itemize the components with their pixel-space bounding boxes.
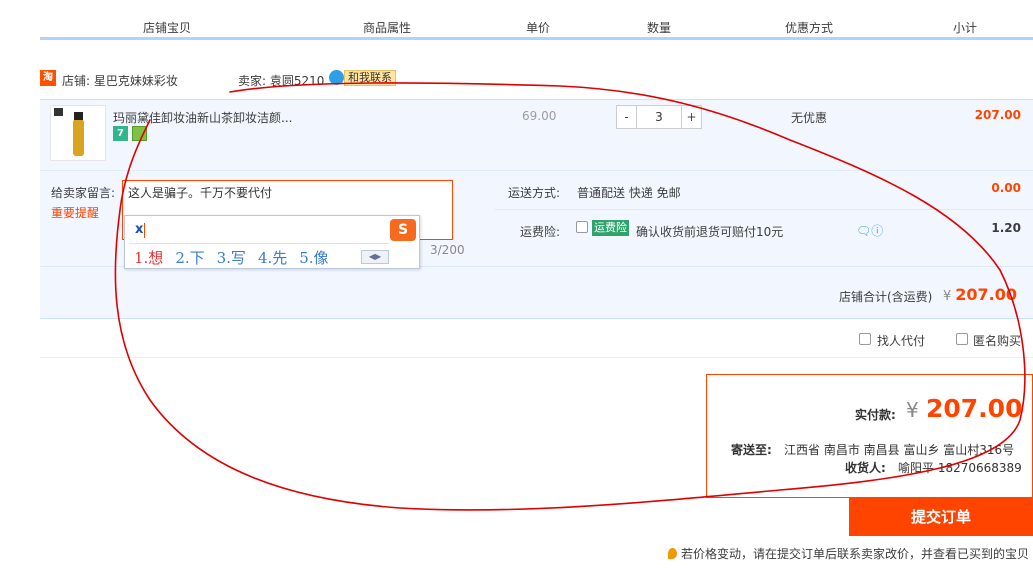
submit-order-button[interactable]: 提交订单 (849, 498, 1033, 536)
actual-payment-amount: 207.00 (926, 394, 1023, 423)
guarantee-icon[interactable] (132, 126, 147, 141)
price-change-note-text: 若价格变动，请在提交订单后联系卖家改价，并查看已买到的宝贝 (681, 547, 1030, 561)
taobao-logo-icon: 淘 (40, 70, 56, 86)
item-row: 玛丽黛佳卸妆油新山茶卸妆洁颜... 7 69.00 - + 无优惠 207.00 (40, 100, 1033, 171)
ime-candidate[interactable]: 2.下 (175, 249, 204, 267)
item-subtotal: 207.00 (974, 108, 1021, 122)
actual-payment-label: 实付款: (855, 408, 896, 422)
product-thumbnail[interactable] (50, 105, 106, 161)
order-item-block: 玛丽黛佳卸妆油新山茶卸妆洁颜... 7 69.00 - + 无优惠 207.00… (40, 99, 1033, 319)
shipping-fee: 0.00 (991, 181, 1021, 195)
order-summary-box: 实付款: ¥ 207.00 寄送至: 江西省 南昌市 南昌县 富山乡 富山村31… (706, 374, 1033, 498)
insurance-fee: 1.20 (991, 221, 1021, 235)
ime-divider (129, 243, 389, 244)
ime-candidate[interactable]: 5.像 (299, 249, 328, 267)
comment-icon[interactable]: 🗨 (856, 224, 871, 238)
ime-candidate[interactable]: 4.先 (258, 249, 287, 267)
quantity-decrease-button[interactable]: - (617, 106, 637, 128)
discount-method: 无优惠 (791, 111, 828, 125)
shipping-method-label: 运送方式: (508, 186, 561, 200)
ime-candidate[interactable]: 3.写 (217, 249, 246, 267)
help-icon[interactable]: ⓘ (871, 224, 883, 238)
receiver-label: 收货人: (845, 461, 886, 475)
table-header: 店铺宝贝 商品属性 单价 数量 优惠方式 小计 (40, 0, 1033, 40)
quantity-input[interactable] (637, 106, 681, 128)
quantity-increase-button[interactable]: + (681, 106, 701, 128)
insurance-description: 确认收货前退货可赔付10元 (636, 225, 784, 239)
proxy-pay-label[interactable]: 找人代付 (877, 332, 925, 349)
proxy-pay-checkbox[interactable] (859, 333, 871, 345)
location-pin-icon (668, 548, 677, 559)
quantity-stepper: - + (616, 105, 702, 129)
col-qty-header: 数量 (647, 21, 672, 35)
thumbnail-mini-icon (54, 108, 63, 116)
important-reminder-link[interactable]: 重要提醒 (51, 204, 99, 221)
price-change-note: 若价格变动，请在提交订单后联系卖家改价，并查看已买到的宝贝 (668, 545, 1029, 562)
header-separator (899, 0, 901, 37)
anonymous-label[interactable]: 匿名购买 (973, 332, 1021, 349)
ship-to-label: 寄送至: (731, 443, 772, 457)
order-options: 找人代付 匿名购买 (0, 331, 1033, 351)
ime-candidate-list: 1.想 2.下 3.写 4.先 5.像 (134, 247, 341, 268)
ime-candidate-window: x S 1.想 2.下 3.写 4.先 5.像 ◀▶ (124, 215, 420, 269)
col-item-header: 店铺宝贝 (143, 21, 192, 35)
shipping-method-value: 普通配送 快递 免邮 (577, 186, 681, 200)
shop-total-value: 207.00 (955, 285, 1018, 304)
anonymous-checkbox[interactable] (956, 333, 968, 345)
seller-name-link[interactable]: 卖家: 袁圆5210 (238, 72, 324, 89)
ime-candidate[interactable]: 1.想 (134, 249, 163, 267)
sogou-logo-icon: S (390, 219, 416, 241)
wangwang-chat-icon[interactable] (329, 70, 344, 85)
shop-name-link[interactable]: 店铺: 星巴克妹妹彩妆 (62, 72, 178, 89)
ime-pager-arrows-icon[interactable]: ◀▶ (361, 250, 389, 264)
message-label: 给卖家留言: (51, 186, 116, 200)
shop-row: 淘 店铺: 星巴克妹妹彩妆 卖家: 袁圆5210 和我联系 (40, 69, 1033, 89)
message-char-count: 3/200 (430, 243, 465, 257)
col-attr-header: 商品属性 (363, 21, 412, 35)
shop-total-label: 店铺合计(含运费) (839, 290, 933, 304)
yen-symbol: ¥ (943, 289, 952, 304)
contact-seller-button[interactable]: 和我联系 (344, 70, 396, 86)
bottle-shape (73, 120, 84, 156)
col-discount-header: 优惠方式 (785, 21, 834, 35)
header-separator (295, 0, 297, 37)
shop-total: ¥207.00 (943, 285, 1017, 304)
product-title-link[interactable]: 玛丽黛佳卸妆油新山茶卸妆洁颜... (113, 109, 292, 126)
insurance-checkbox[interactable] (576, 221, 588, 233)
ime-caret (144, 223, 145, 238)
insurance-label: 运费险: (520, 225, 561, 239)
unit-price: 69.00 (522, 109, 557, 123)
divider (495, 209, 1033, 210)
ship-to-address: 江西省 南昌市 南昌县 富山乡 富山村316号 (784, 443, 1015, 457)
receiver-info: 喻阳平 18270668389 (898, 461, 1022, 475)
col-price-header: 单价 (526, 21, 551, 35)
header-separator (610, 0, 612, 37)
insurance-tag: 运费险 (592, 220, 629, 236)
header-separator (717, 0, 719, 37)
divider (40, 357, 1033, 358)
ime-composition-text: x (135, 222, 144, 237)
seven-day-return-icon[interactable]: 7 (113, 126, 128, 141)
insurance-help-icons[interactable]: 🗨ⓘ (856, 222, 883, 239)
yen-symbol: ¥ (906, 398, 919, 422)
header-separator (475, 0, 477, 37)
col-subtotal-header: 小计 (953, 21, 978, 35)
